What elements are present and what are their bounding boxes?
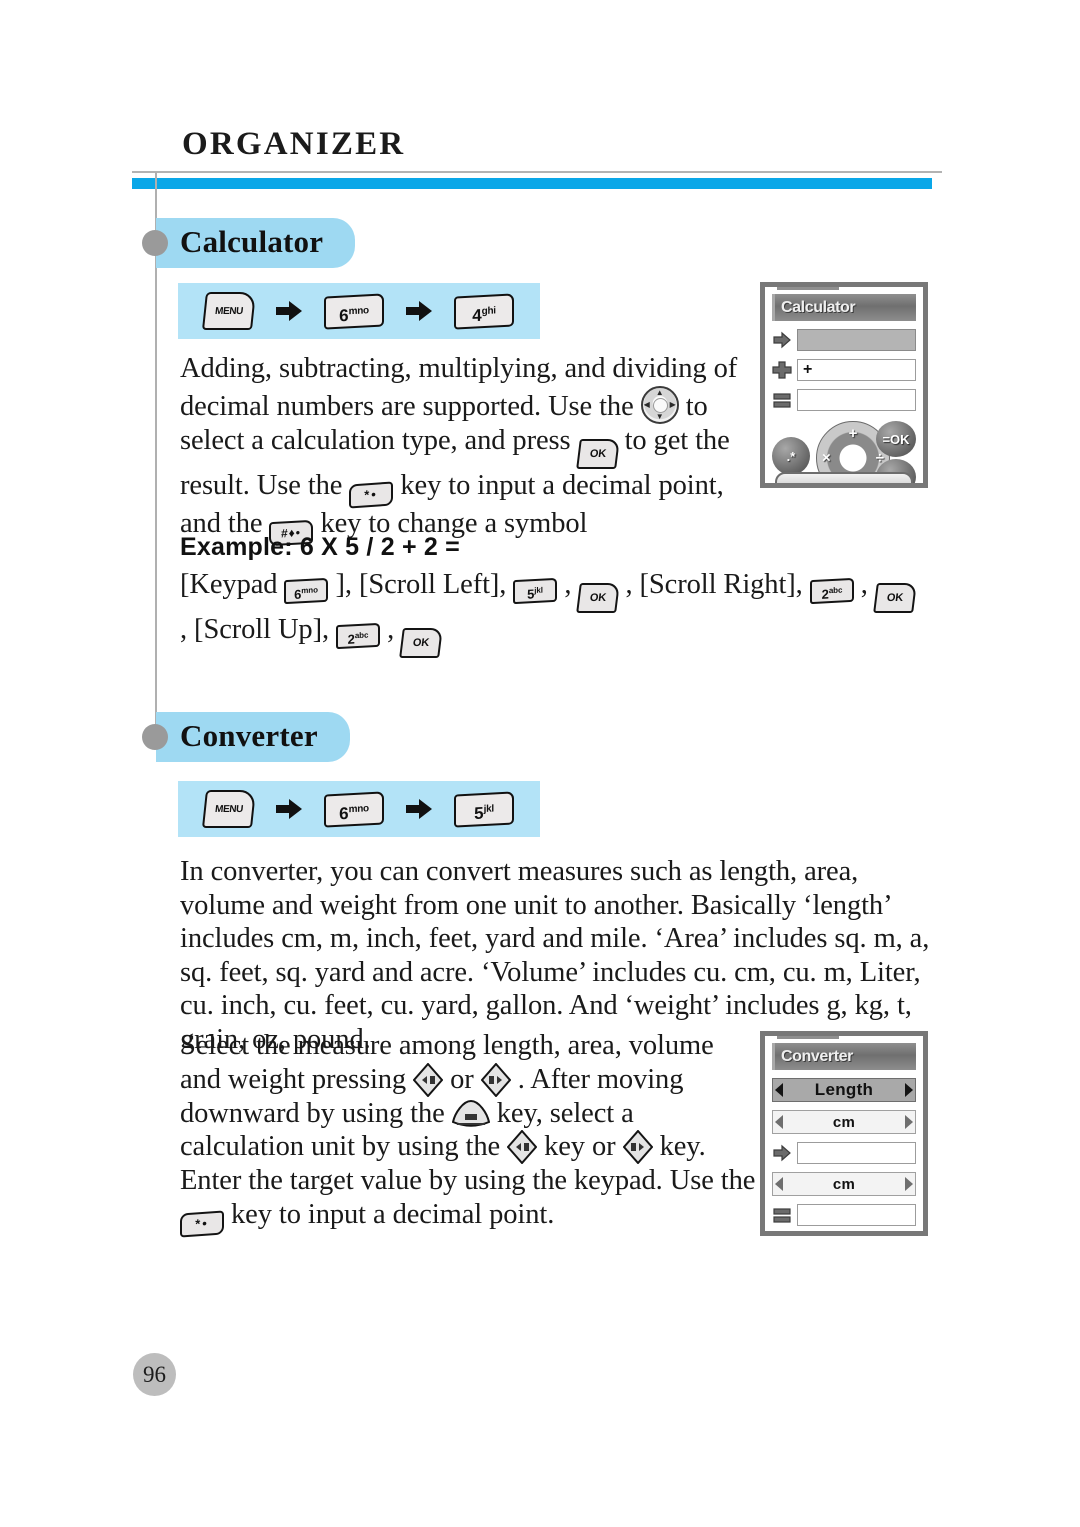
num-key-6: 6mno: [324, 292, 384, 330]
nav-path-converter: MENU 6mno 5jkl: [178, 781, 540, 837]
conv-desc-part-e: key or: [544, 1131, 616, 1162]
scroll-right-key-icon: [413, 1062, 444, 1097]
example-part-b: ], [Scroll Left],: [335, 569, 507, 600]
equals-icon: [772, 391, 792, 409]
num-key-4: 4ghi: [454, 292, 514, 330]
converter-to-value-row: [772, 1204, 916, 1226]
chevron-left-icon[interactable]: [775, 1177, 783, 1191]
plus-icon: [772, 361, 792, 379]
section-bullet-icon: [142, 724, 168, 750]
calculator-phone-screen: Calculator + .* + — × ÷ =OK ±#: [760, 282, 928, 488]
example-part-g: Up],: [277, 614, 330, 645]
ok-button[interactable]: =OK: [876, 421, 916, 457]
calc-result-field[interactable]: [797, 389, 916, 411]
equals-icon: [772, 1206, 792, 1224]
example-part-d: , [Scroll Right],: [625, 569, 803, 600]
arrow-right-icon: [276, 799, 302, 819]
nav-ring-icon: ▲ ▼ ◀ ▶: [640, 385, 679, 424]
section-bullet-icon: [142, 230, 168, 256]
page-number: 96: [133, 1353, 176, 1396]
section-title-calculator: Calculator: [156, 218, 356, 268]
calc-operator-field[interactable]: +: [797, 359, 916, 381]
calc-screen-row-3: [772, 389, 916, 411]
calc-operand-1-field[interactable]: [797, 329, 916, 351]
ok-key-icon: OK: [872, 583, 917, 613]
ring-up-label: +: [848, 425, 858, 442]
arrow-right-icon: [276, 301, 302, 321]
example-part-h: ,: [387, 614, 395, 645]
phone-bottom-bezel: [775, 472, 913, 483]
chevron-left-icon[interactable]: [775, 1115, 783, 1129]
from-unit-label: cm: [832, 1113, 856, 1131]
example-key-sequence: [Keypad 6mno ], [Scroll Left], 5jkl , OK…: [180, 568, 920, 658]
arrow-right-icon: [406, 799, 432, 819]
example-part-f: , [Scroll: [180, 614, 271, 645]
converter-description-2: Select the measure among length, area, v…: [180, 1029, 760, 1238]
to-unit-selector[interactable]: cm: [772, 1172, 916, 1196]
arrow-in-icon: [772, 1144, 792, 1162]
converter-measure-row: Length: [772, 1078, 916, 1102]
converter-from-value-row: [772, 1142, 916, 1164]
page-title: ORGANIZER: [182, 126, 406, 162]
chevron-right-icon[interactable]: [905, 1177, 913, 1191]
calc-screen-row-1: [772, 329, 916, 351]
star-key-icon: *•: [180, 1209, 224, 1238]
converter-softkey-button[interactable]: .X: [854, 1235, 916, 1236]
section-title-converter: Converter: [156, 712, 350, 762]
conv-desc-part-b: or: [450, 1063, 474, 1095]
phone-top-tab: [777, 287, 839, 290]
header-hairline: [132, 171, 942, 173]
measure-selector[interactable]: Length: [772, 1078, 916, 1102]
from-value-field[interactable]: [797, 1142, 916, 1164]
phone-screen-title: Calculator: [772, 294, 916, 321]
example-heading: Example: 6 X 5 / 2 + 2 =: [180, 533, 460, 561]
ring-left-label: ×: [822, 449, 831, 467]
arrow-right-icon: [406, 301, 432, 321]
scroll-down-key-icon: [451, 1099, 490, 1129]
converter-phone-screen: Converter Length cm cm .X: [760, 1031, 928, 1236]
converter-to-unit-row: cm: [772, 1172, 916, 1196]
star-key-icon: *•: [349, 480, 394, 509]
scroll-left-key-icon: [622, 1130, 653, 1164]
phone-top-tab: [777, 1036, 839, 1039]
num-key-5: 5jkl: [454, 790, 514, 828]
converter-description-1: In converter, you can convert measures s…: [180, 856, 930, 1055]
scroll-right-key-icon: [507, 1130, 538, 1164]
num-key-6: 6mno: [284, 577, 329, 604]
measure-label: Length: [814, 1080, 874, 1099]
ok-key-icon: OK: [399, 628, 443, 658]
to-unit-label: cm: [832, 1175, 856, 1193]
star-button[interactable]: .*: [772, 437, 810, 475]
ok-key-icon: OK: [576, 583, 621, 613]
calc-screen-row-2: +: [772, 359, 916, 381]
num-key-6: 6mno: [324, 790, 384, 828]
from-unit-selector[interactable]: cm: [772, 1110, 916, 1134]
conv-desc-part-g: key to input a decimal point.: [231, 1198, 555, 1230]
calculator-description: Adding, subtracting, multiplying, and di…: [180, 352, 760, 546]
example-part-a: [Keypad: [180, 569, 278, 600]
menu-key-icon: MENU: [202, 292, 256, 330]
example-part-e: ,: [860, 569, 868, 600]
converter-from-unit-row: cm: [772, 1110, 916, 1134]
chevron-left-icon[interactable]: [775, 1083, 783, 1097]
ok-key-icon: OK: [575, 438, 620, 469]
phone-screen-title: Converter: [772, 1043, 916, 1070]
section-heading-calculator: Calculator: [142, 218, 356, 268]
num-key-5: 5jkl: [513, 577, 558, 604]
scroll-left-key-icon: [480, 1062, 511, 1097]
menu-key-icon: MENU: [202, 790, 256, 828]
num-key-2: 2abc: [809, 577, 854, 604]
arrow-in-icon: [772, 331, 792, 349]
chevron-right-icon[interactable]: [905, 1115, 913, 1129]
num-key-2: 2abc: [336, 622, 381, 649]
chevron-right-icon[interactable]: [905, 1083, 913, 1097]
nav-path-calculator: MENU 6mno 4ghi: [178, 283, 540, 339]
to-value-field[interactable]: [797, 1204, 916, 1226]
section-heading-converter: Converter: [142, 712, 350, 762]
header-blue-rule: [132, 178, 932, 189]
example-part-c: ,: [564, 569, 572, 600]
